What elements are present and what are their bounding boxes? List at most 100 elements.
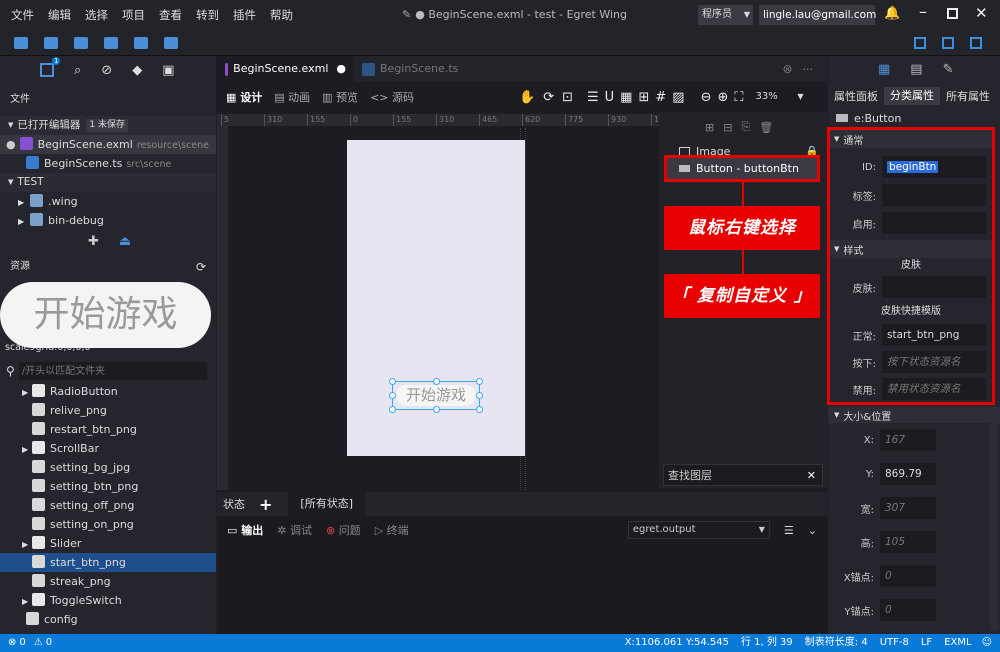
ungroup-icon[interactable]: ⊟ bbox=[723, 121, 732, 134]
trash-icon[interactable]: 🗑 bbox=[759, 121, 773, 134]
refresh-icon[interactable]: ⟳ bbox=[543, 90, 554, 105]
warning-icon[interactable]: ⚠ bbox=[34, 634, 43, 652]
output-channel-select[interactable]: egret.output ▼ bbox=[627, 521, 770, 539]
save-icon[interactable] bbox=[44, 36, 58, 49]
resize-handle[interactable] bbox=[433, 378, 440, 385]
resource-item[interactable]: ▶ ScrollBar bbox=[0, 439, 216, 458]
tab-size[interactable]: 制表符长度: 4 bbox=[805, 634, 868, 652]
resource-item[interactable]: ▶ RadioButton bbox=[0, 382, 216, 401]
add-state-button[interactable]: + bbox=[251, 495, 280, 514]
debug-tab[interactable]: ✲ 调试 bbox=[277, 522, 312, 538]
props-scrollbar[interactable] bbox=[990, 420, 998, 630]
resource-item[interactable]: ▶setting_off_png bbox=[0, 496, 216, 515]
tab-categories[interactable]: 分类属性 bbox=[884, 87, 940, 105]
magnet-icon[interactable]: U bbox=[605, 90, 615, 105]
smile-icon[interactable]: ☺ bbox=[982, 634, 992, 652]
clear-output-icon[interactable]: ☰ bbox=[784, 524, 794, 537]
publish-icon[interactable] bbox=[104, 36, 118, 49]
source-mode-button[interactable]: <> 源码 bbox=[365, 89, 419, 105]
language-mode[interactable]: EXML bbox=[944, 634, 971, 652]
normal-skin-input[interactable]: start_btn_png bbox=[882, 324, 986, 346]
role-select[interactable]: 程序员 ▼ bbox=[698, 5, 753, 25]
resize-handle[interactable] bbox=[389, 378, 396, 385]
resource-search-input[interactable] bbox=[18, 362, 207, 380]
section-style[interactable]: ▼ 样式 bbox=[830, 240, 992, 258]
properties-icon[interactable]: ▦ bbox=[878, 62, 890, 77]
hand-icon[interactable]: ✋ bbox=[519, 90, 535, 105]
find-layer-input[interactable]: 查找图层 bbox=[668, 467, 712, 483]
maximize-icon[interactable] bbox=[947, 8, 958, 19]
size-prop-input[interactable]: 869.79 bbox=[880, 463, 936, 485]
id-input[interactable]: beginBtn bbox=[882, 156, 986, 178]
preview-mode-button[interactable]: ▥ 预览 bbox=[317, 89, 363, 105]
bell-icon[interactable]: 🔔 bbox=[884, 6, 900, 21]
run-icon[interactable] bbox=[164, 36, 178, 49]
resource-item[interactable]: ▶restart_btn_png bbox=[0, 420, 216, 439]
layout-right-icon[interactable] bbox=[970, 37, 982, 49]
encoding[interactable]: UTF-8 bbox=[880, 634, 909, 652]
resource-item[interactable]: ▶ ToggleSwitch bbox=[0, 591, 216, 610]
tab-all-properties[interactable]: 所有属性 bbox=[940, 88, 996, 104]
resource-item[interactable]: ▶ Slider bbox=[0, 534, 216, 553]
resize-handle[interactable] bbox=[389, 392, 396, 399]
zoom-out-icon[interactable]: ⊖ bbox=[701, 90, 712, 105]
user-account[interactable]: lingle.lau@gmail.com bbox=[759, 5, 876, 25]
layout-left-icon[interactable] bbox=[914, 37, 926, 49]
open-editor-item[interactable]: ● BeginScene.exml resource\scene bbox=[0, 135, 216, 154]
resize-handle[interactable] bbox=[476, 406, 483, 413]
open-editor-item[interactable]: BeginScene.ts src\scene bbox=[0, 154, 216, 173]
section-size-position[interactable]: ▼ 大小&位置 bbox=[828, 407, 1000, 423]
hash-icon[interactable]: # bbox=[655, 90, 666, 105]
line-col[interactable]: 行 1, 列 39 bbox=[741, 634, 793, 652]
menu-select[interactable]: 选择 bbox=[78, 0, 115, 30]
import-icon[interactable]: ⏏ bbox=[119, 234, 131, 249]
resource-item[interactable]: ▶config bbox=[0, 610, 216, 629]
resize-handle[interactable] bbox=[476, 392, 483, 399]
resource-item[interactable]: ▶relive_png bbox=[0, 401, 216, 420]
terminal-tab[interactable]: ▷ 终端 bbox=[375, 522, 409, 538]
resize-handle[interactable] bbox=[389, 406, 396, 413]
refresh-icon[interactable]: ⟳ bbox=[196, 252, 206, 282]
layout-bottom-icon[interactable] bbox=[942, 37, 954, 49]
close-icon[interactable]: ✕ bbox=[975, 4, 988, 22]
close-icon[interactable]: ✕ bbox=[807, 469, 816, 482]
test-project-header[interactable]: ▼ TEST bbox=[0, 173, 216, 192]
resource-item[interactable]: ▶setting_on_png bbox=[0, 515, 216, 534]
grid-toggle-icon[interactable]: ▦ bbox=[620, 90, 632, 105]
new-file-icon[interactable] bbox=[14, 36, 28, 49]
resource-item[interactable]: ▶setting_btn_png bbox=[0, 477, 216, 496]
error-icon[interactable]: ⊗ bbox=[8, 634, 16, 652]
split-icon[interactable]: ⊗ bbox=[782, 62, 792, 76]
tab-beginscene-exml[interactable]: BeginScene.exml ● bbox=[217, 56, 354, 82]
grid-icon[interactable]: ⊞ bbox=[638, 90, 649, 105]
problems-tab[interactable]: ⊗ 问题 bbox=[326, 522, 361, 538]
debug-icon[interactable] bbox=[134, 36, 148, 49]
tab-properties[interactable]: 属性面板 bbox=[828, 88, 884, 104]
copy-icon[interactable]: ⎘ bbox=[741, 120, 750, 134]
begin-button-selected[interactable]: 开始游戏 bbox=[389, 378, 483, 413]
size-prop-input[interactable]: 0 bbox=[880, 599, 936, 621]
brush-icon[interactable]: ✎ bbox=[943, 62, 954, 77]
animation-mode-button[interactable]: ▤ 动画 bbox=[269, 89, 315, 105]
resource-item[interactable]: ▶streak_png bbox=[0, 572, 216, 591]
debug-panel-icon[interactable]: ◆ bbox=[132, 63, 142, 78]
line-ending[interactable]: LF bbox=[921, 634, 932, 652]
size-prop-input[interactable]: 307 bbox=[880, 497, 936, 519]
tab-beginscene-ts[interactable]: BeginScene.ts bbox=[354, 56, 494, 82]
disabled-skin-input[interactable]: 禁用状态资源名 bbox=[882, 378, 986, 400]
puzzle-icon[interactable]: ✚ bbox=[88, 234, 99, 249]
all-states-tab[interactable]: [所有状态] bbox=[288, 492, 365, 516]
dirty-dot-icon[interactable]: ● bbox=[336, 56, 346, 82]
menu-edit[interactable]: 编辑 bbox=[41, 0, 78, 30]
image-icon[interactable]: ▨ bbox=[672, 90, 684, 105]
fit-icon[interactable]: ⊡ bbox=[562, 90, 573, 105]
menu-help[interactable]: 帮助 bbox=[263, 0, 300, 30]
save-all-icon[interactable] bbox=[74, 36, 88, 49]
folder-item[interactable]: ▶ .wing bbox=[0, 192, 216, 211]
zoom-in-icon[interactable]: ⊕ bbox=[717, 90, 728, 105]
size-prop-input[interactable]: 105 bbox=[880, 531, 936, 553]
explorer-icon[interactable]: 1 bbox=[40, 57, 61, 77]
align-icon[interactable]: ☰ bbox=[587, 90, 599, 105]
resize-handle[interactable] bbox=[476, 378, 483, 385]
collapse-icon[interactable]: ⌄ bbox=[808, 524, 817, 537]
